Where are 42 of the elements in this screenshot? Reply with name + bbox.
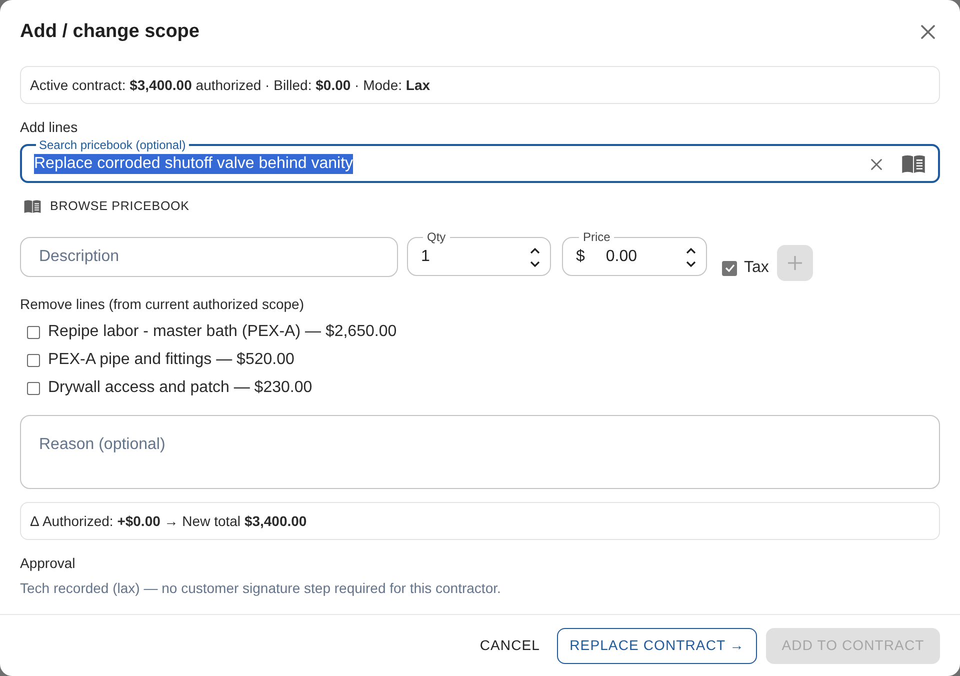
chevron-down-icon[interactable]	[530, 260, 540, 266]
tax-checkbox[interactable]	[722, 260, 737, 276]
qty-value: 1	[421, 247, 430, 267]
line-checkbox[interactable]	[27, 382, 40, 394]
field-label: Search pricebook (optional)	[38, 138, 187, 152]
chevron-down-icon[interactable]	[686, 260, 696, 266]
line-checkbox[interactable]	[27, 326, 40, 338]
contract-summary: Active contract: $3,400.00 authorized · Billed: $0.00 · Mode: Lax	[20, 66, 940, 104]
search-field[interactable]: Search pricebook (optional) Replace corroded shutoff valve behind vanity	[20, 138, 940, 183]
section-heading: Add lines	[20, 118, 79, 137]
section-heading: Approval	[20, 554, 76, 573]
field-label: Price	[582, 230, 612, 244]
footer-button[interactable]: REPLACE CONTRACT →	[557, 628, 757, 664]
checkbox-label: PEX-A pipe and fittings — $520.00	[48, 350, 294, 370]
checkbox-label: Drywall access and patch — $230.00	[48, 378, 312, 398]
section-heading: Remove lines (from current authorized scope)	[20, 295, 306, 314]
field-placeholder: Description	[39, 247, 120, 267]
plus-icon	[788, 256, 802, 270]
price-value: 0.00	[606, 247, 638, 267]
currency-prefix: $	[576, 247, 585, 267]
close-icon	[921, 25, 935, 39]
x-icon[interactable]	[871, 158, 882, 170]
browse-pricebook-button[interactable]: BROWSE PRICEBOOK	[20, 196, 192, 216]
checkbox-label: Tax	[744, 258, 769, 278]
reason-field[interactable]: Reason (optional)	[20, 415, 940, 489]
search-text: Replace corroded shutoff valve behind vanity	[34, 154, 354, 174]
approval-note: Tech recorded (lax) — no customer signature step required for this contractor.	[20, 579, 502, 598]
field-placeholder: Reason (optional)	[39, 436, 166, 453]
checkbox-label: Repipe labor - master bath (PEX-A) — $2,650.00	[48, 322, 397, 342]
delta-summary: Δ Authorized: +$0.00 → New total $3,400.00	[20, 502, 940, 540]
book-icon[interactable]	[902, 155, 925, 173]
price-field[interactable]: Price $ 0.00	[562, 230, 707, 276]
check-icon	[724, 264, 734, 272]
field-label: Qty	[426, 230, 447, 244]
description-field[interactable]: Description	[20, 237, 398, 277]
qty-field[interactable]: Qty 1	[407, 230, 551, 276]
footer-button[interactable]: CANCEL	[472, 628, 548, 664]
line-checkbox[interactable]	[27, 354, 40, 366]
book-icon	[24, 200, 41, 212]
dialog-title: Add / change scope	[20, 20, 200, 44]
chevron-up-icon[interactable]	[686, 248, 696, 254]
chevron-up-icon[interactable]	[530, 248, 540, 254]
